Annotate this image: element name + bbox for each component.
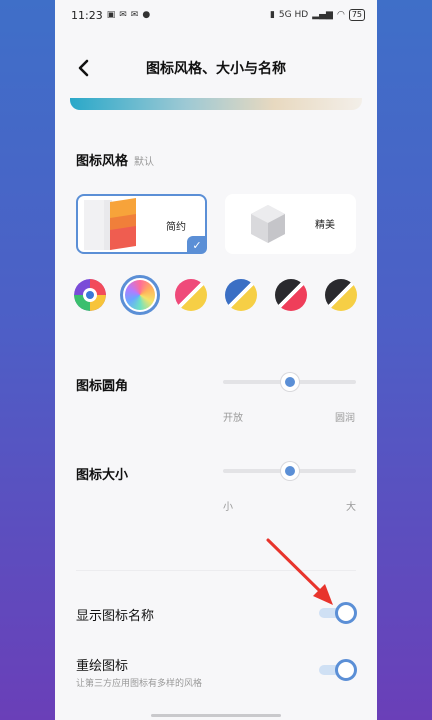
black-yellow-icon: [325, 279, 357, 311]
chevron-left-icon: [78, 59, 89, 77]
multicolor-icon: [74, 279, 106, 311]
email-icon: ✉: [130, 10, 139, 20]
redraw-description: 让第三方应用图标有多样的风格: [76, 679, 203, 689]
corner-max-label: 圆润: [335, 413, 355, 424]
simple-style-icon: [84, 198, 136, 250]
toggle-knob: [335, 659, 357, 681]
redraw-toggle[interactable]: [319, 659, 357, 681]
size-max-label: 大: [346, 502, 356, 513]
corner-min-label: 开放: [223, 413, 243, 424]
chat-icon: ●: [142, 10, 151, 20]
mail-icon: ✉: [119, 10, 127, 20]
status-time: 11:23: [71, 8, 103, 22]
rainbow-icon: [125, 280, 155, 310]
icon-style-title: 图标风格 默认: [76, 154, 155, 169]
signal-icon: ▂▄▆: [312, 10, 333, 20]
back-button[interactable]: [73, 56, 93, 80]
show-names-toggle[interactable]: [319, 602, 357, 624]
corner-label: 图标圆角: [76, 379, 129, 394]
page-header: 图标风格、大小与名称: [55, 46, 377, 90]
icon-style-current: 默认: [134, 157, 155, 168]
black-red-icon: [275, 279, 307, 311]
style-card-simple-label: 简约: [166, 222, 186, 233]
size-label: 图标大小: [76, 468, 129, 483]
color-swatch-blue-yellow[interactable]: [225, 279, 257, 311]
wifi-icon: ◠: [336, 10, 345, 20]
style-card-fine-label: 精美: [315, 220, 335, 231]
size-slider[interactable]: [223, 462, 356, 480]
size-slider-thumb[interactable]: [280, 462, 299, 480]
battery-icon: 75: [348, 9, 365, 21]
status-bar: 11:23 ▣ ✉ ✉ ● ▮ 5G HD ▂▄▆ ◠ 75: [55, 0, 377, 30]
image-icon: ▣: [106, 10, 116, 20]
divider: [76, 570, 356, 571]
corner-slider-thumb[interactable]: [280, 373, 299, 391]
pink-yellow-icon: [175, 279, 207, 311]
color-swatch-multicolor[interactable]: [74, 279, 106, 311]
style-card-fine[interactable]: 精美: [225, 194, 356, 254]
toggle-knob: [335, 602, 357, 624]
page-title: 图标风格、大小与名称: [146, 61, 286, 77]
color-swatch-pink-yellow[interactable]: [175, 279, 207, 311]
network-label: 5G HD: [278, 10, 309, 20]
color-swatch-black-red[interactable]: [275, 279, 307, 311]
vibrate-icon: ▮: [269, 10, 275, 20]
preview-banner: [70, 98, 362, 110]
corner-slider[interactable]: [223, 373, 356, 391]
redraw-label: 重绘图标: [76, 659, 129, 674]
fine-style-icon: [251, 205, 285, 243]
phone-screen: 11:23 ▣ ✉ ✉ ● ▮ 5G HD ▂▄▆ ◠ 75 图标风格、大小与名…: [55, 0, 377, 720]
color-swatch-black-yellow[interactable]: [325, 279, 357, 311]
show-names-label: 显示图标名称: [76, 609, 155, 624]
home-indicator: [151, 714, 281, 717]
blue-yellow-icon: [225, 279, 257, 311]
check-icon: ✓: [187, 236, 207, 254]
size-min-label: 小: [223, 502, 233, 513]
color-swatch-rainbow[interactable]: [120, 275, 160, 315]
style-card-simple[interactable]: 简约 ✓: [76, 194, 207, 254]
